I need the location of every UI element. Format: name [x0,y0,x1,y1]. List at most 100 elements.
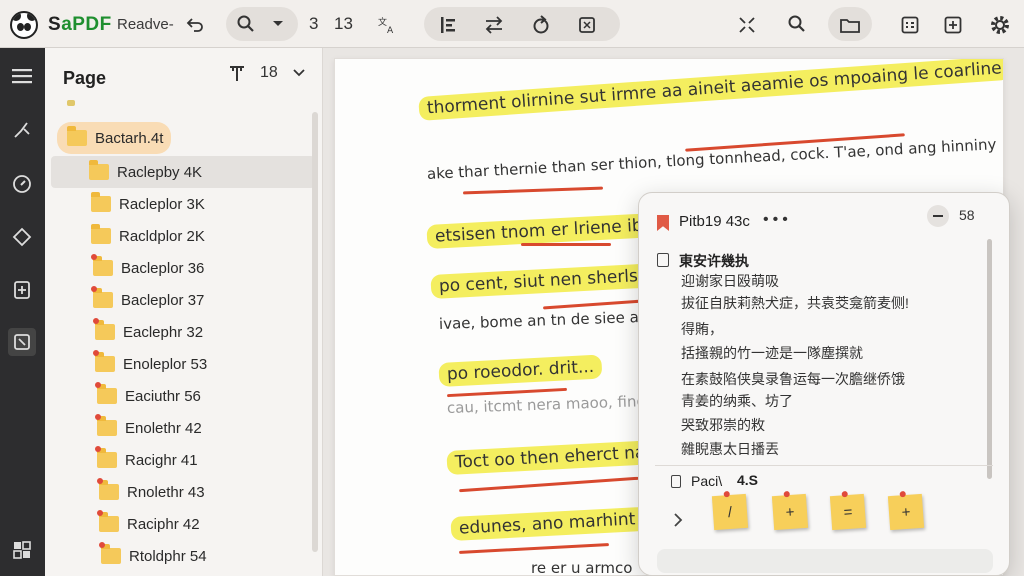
bookmark-icon[interactable] [657,215,669,231]
svg-text:A: A [387,26,394,35]
align-left-icon[interactable] [438,14,460,36]
tree-item-label: Enolethr 42 [125,419,202,437]
annotation-popup: Pitb19 43c ••• 58 東安许幾执 迎谢家日殴萌吸 拔征自肤莉熱犬症… [638,192,1010,576]
search-icon-right[interactable] [786,13,808,35]
popup-side-label: 58 [959,207,975,223]
folder-icon [91,192,111,212]
add-file-icon[interactable] [8,276,36,304]
text-tool-icon[interactable] [227,64,247,84]
tree-item[interactable]: Enolethr 42 [51,412,315,444]
folder-icon [91,224,111,244]
more-dots-icon[interactable]: ••• [763,211,792,229]
scroll-up-mark [67,100,75,106]
app-name: SaPDF [48,14,112,35]
add-page-icon[interactable] [942,14,964,36]
grid-icon[interactable] [899,14,921,36]
pen-icon[interactable] [8,116,36,144]
tree-item[interactable]: Racldplor 2K [51,220,315,252]
panda-logo-icon [10,11,38,39]
document-name[interactable]: Readve- [117,16,174,33]
tree-item[interactable]: Rnolethr 43 [51,476,315,508]
note-line: 得賄， [681,321,723,337]
minimize-icon[interactable] [927,205,949,227]
page-value: 4.S [737,472,759,488]
chevron-down-icon[interactable] [270,16,286,32]
note-line: 青姜的纳乘、坊了 [681,393,793,409]
folder-icon [93,350,115,372]
rotate-icon[interactable] [530,14,552,36]
folder-icon [95,382,117,404]
tree-item[interactable]: Bacleplor 37 [51,284,315,316]
tree-item-label: Eaclephr 32 [123,323,204,341]
folder-icon [91,254,113,276]
tree-item[interactable]: Racighr 41 [51,444,315,476]
menu-icon[interactable] [8,62,36,90]
top-toolbar: SaPDF Readve- 3 13 文A [0,0,1024,48]
note-scrollbar[interactable] [987,239,992,479]
doc-line: re er u armco [531,559,633,576]
compass-icon[interactable] [8,170,36,198]
search-icon[interactable] [236,14,256,34]
tree-item-label: Rtoldphr 54 [129,547,207,565]
export-icon[interactable] [576,14,598,36]
tree-item-label: Rnolethr 43 [127,483,205,501]
tree-item-label: Bacleplor 36 [121,259,205,277]
folder-icon [95,446,117,468]
tree-item[interactable]: Eaclephr 32 [51,316,315,348]
left-rail [0,48,45,576]
sticky-note[interactable]: + [887,490,925,531]
chevron-right-icon[interactable] [673,513,683,532]
tree-item[interactable]: Racleplor 3K [51,188,315,220]
crop-icon[interactable] [8,328,36,356]
tree-item-label: Racleplor 3K [119,195,205,213]
shrink-icon[interactable] [736,14,758,36]
tree-item-label: Bacleplor 37 [121,291,205,309]
folder-icon [67,126,87,146]
tree-item[interactable]: Bacleplor 36 [51,252,315,284]
tree-item-label: Bactarh.4t [95,129,164,147]
page-tree: Bactarh.4t Raclepby 4K Racleplor 3K Racl… [51,122,315,572]
gear-icon[interactable] [988,13,1012,37]
sticky-note[interactable]: / [711,490,749,531]
doc-line: ake thar thernie than ser thion, tlong t… [426,135,997,183]
popup-bottom-bar [657,549,993,573]
diamond-icon[interactable] [8,223,36,251]
tree-item-label: Racighr 41 [125,451,198,469]
folder-icon [97,510,119,532]
note-line: 雜睨惠太日播丟 [681,441,779,457]
tree-item[interactable]: Enoleplor 53 [51,348,315,380]
current-page[interactable]: 3 [309,14,318,34]
note-title: 東安许幾执 [679,253,749,269]
underline-mark [462,186,604,195]
svg-text:文: 文 [378,16,387,28]
folder-icon [89,160,109,180]
folder-icon[interactable] [839,14,861,36]
tree-item[interactable]: Eaciuthr 56 [51,380,315,412]
swap-arrows-icon[interactable] [483,14,505,36]
tree-item-label: Enoleplor 53 [123,355,208,373]
note-line: 哭致邪崇的敉 [681,417,765,433]
doc-line[interactable]: thorment olirnine sut irmre aa aineit ae… [418,59,1003,121]
translate-icon[interactable]: 文A [376,14,398,36]
tree-item-label: Raciphr 42 [127,515,200,533]
tree-item[interactable]: Raclepby 4K [51,156,315,188]
note-line: 括搔親的竹一迹是一隊塵撰就 [681,345,863,361]
underline-mark [459,543,609,554]
page-label: Paci\ [691,473,723,489]
tree-item[interactable]: Raciphr 42 [51,508,315,540]
apps-icon[interactable] [8,536,36,564]
page-icon [671,475,681,488]
tree-item[interactable]: Rtoldphr 54 [51,540,315,572]
sticky-note[interactable]: + [771,490,809,531]
panel-title: Page [63,68,107,88]
back-arrow-icon[interactable] [184,14,206,36]
panel-scrollbar[interactable] [312,112,318,552]
doc-line[interactable]: po roeodor. drit... [438,354,603,387]
tree-item-label: Eaciuthr 56 [125,387,201,405]
doc-line[interactable]: po cent, siut nen sherls, ol [430,262,673,299]
sticky-note[interactable]: = [829,490,867,531]
note-line: 拔征自肤莉熱犬症，共袁茭龛箭麦侧! [681,295,909,311]
tree-root-item[interactable]: Bactarh.4t [57,122,171,154]
chevron-down-icon[interactable] [291,65,307,81]
folder-icon [95,414,117,436]
